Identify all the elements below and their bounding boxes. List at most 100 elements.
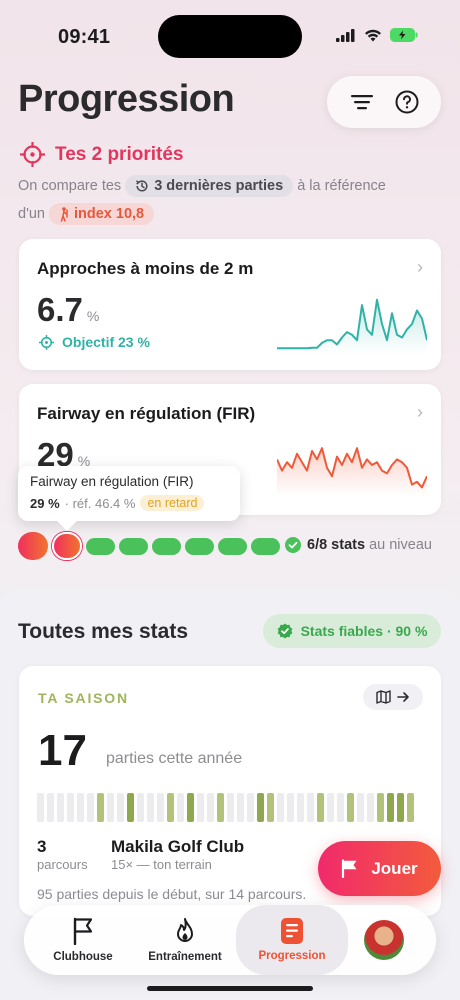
tab-clubhouse[interactable]: Clubhouse	[32, 905, 134, 975]
stat-pill-ok[interactable]	[119, 537, 148, 555]
avatar[interactable]	[364, 920, 404, 960]
target-icon	[39, 334, 54, 350]
courses-label: parcours	[37, 857, 88, 872]
activity-bar	[97, 793, 104, 822]
tab-progression[interactable]: Progression	[236, 905, 348, 975]
activity-bar	[357, 793, 364, 822]
sparkline-area	[277, 299, 427, 354]
priorities-heading: Tes 2 priorités	[20, 142, 183, 167]
activity-bar	[407, 793, 414, 822]
activity-bar	[257, 793, 264, 822]
play-button[interactable]: Jouer	[318, 841, 441, 896]
activity-bar	[157, 793, 164, 822]
activity-bar	[47, 793, 54, 822]
stat-pill-ok[interactable]	[218, 537, 247, 555]
recent-games-chip[interactable]: 3 dernières parties	[125, 175, 294, 198]
flag-icon	[342, 859, 357, 878]
wifi-icon	[365, 29, 381, 41]
activity-bar	[187, 793, 194, 822]
stat-card-approaches[interactable]: Approches à moins de 2 m › 6.7% Objectif…	[19, 239, 441, 370]
activity-bar	[347, 793, 354, 822]
tab-label: Progression	[258, 950, 326, 962]
signal-icon	[336, 28, 355, 42]
status-bar: 09:41	[0, 0, 460, 70]
tab-label: Clubhouse	[53, 951, 113, 963]
play-label: Jouer	[371, 858, 418, 878]
recent-games-label: 3 dernières parties	[154, 178, 284, 195]
stat-pill-ok[interactable]	[251, 537, 280, 555]
stat-unit: %	[86, 308, 100, 324]
chevron-right-icon: ›	[417, 257, 423, 277]
status-time: 09:41	[58, 26, 111, 48]
home-club-sub: 15× — ton terrain	[111, 857, 212, 872]
tooltip-ref: · réf. 46.4 %	[64, 495, 136, 511]
season-footer: 95 parties depuis le début, sur 14 parco…	[37, 886, 307, 902]
home-indicator	[147, 986, 313, 991]
stat-pill-ok[interactable]	[86, 537, 115, 555]
activity-bar	[207, 793, 214, 822]
help-button[interactable]	[391, 86, 423, 118]
stat-pill-ok[interactable]	[152, 537, 181, 555]
stats-count: 6/8 stats	[307, 537, 366, 553]
activity-bar	[127, 793, 134, 822]
card-title: Fairway en régulation (FIR)	[37, 404, 256, 423]
stat-pill-behind[interactable]	[52, 532, 82, 560]
sparkline-approaches	[277, 298, 427, 354]
activity-bar	[337, 793, 344, 822]
activity-bar	[287, 793, 294, 822]
activity-bar	[277, 793, 284, 822]
index-chip[interactable]: index 10,8	[49, 203, 155, 226]
tooltip-title: Fairway en régulation (FIR)	[30, 474, 194, 489]
activity-bar	[147, 793, 154, 822]
activity-bar	[317, 793, 324, 822]
priorities-title: Tes 2 priorités	[55, 143, 184, 165]
stats-count-suffix: au niveau	[369, 537, 432, 553]
card-title: Approches à moins de 2 m	[37, 259, 254, 278]
activity-bar	[197, 793, 204, 822]
season-label: TA SAISON	[38, 690, 129, 706]
courses-count: 3	[37, 837, 47, 856]
question-icon	[395, 90, 418, 114]
activity-bar	[367, 793, 374, 822]
flag-outline-icon	[73, 917, 93, 945]
season-map-button[interactable]	[363, 684, 423, 710]
goal-line: Objectif 23 %	[39, 334, 150, 350]
chevron-right-icon: ›	[417, 402, 423, 422]
activity-bar	[237, 793, 244, 822]
page-title: Progression	[18, 78, 235, 120]
activity-bar	[377, 793, 384, 822]
activity-bar	[87, 793, 94, 822]
late-badge: en retard	[140, 495, 205, 511]
activity-bar	[177, 793, 184, 822]
activity-bar	[297, 793, 304, 822]
status-icons	[336, 28, 418, 42]
activity-bar	[137, 793, 144, 822]
activity-bar	[387, 793, 394, 822]
filter-button[interactable]	[346, 86, 378, 118]
activity-bar	[327, 793, 334, 822]
reliable-label: Stats fiables · 90 %	[300, 623, 428, 639]
season-activity-bars	[37, 793, 414, 822]
desc-middle: à la référence	[297, 178, 386, 194]
activity-bar	[117, 793, 124, 822]
activity-bar	[217, 793, 224, 822]
target-icon	[20, 142, 45, 167]
activity-bar	[67, 793, 74, 822]
comparison-description: On compare tes 3 dernières parties à la …	[18, 172, 438, 228]
stat-pill-ok[interactable]	[185, 537, 214, 555]
desc-prefix: On compare tes	[18, 178, 122, 194]
activity-bar	[167, 793, 174, 822]
index-label: index 10,8	[74, 206, 145, 223]
season-games-count: 17	[38, 726, 87, 775]
stat-value: 6.7%	[37, 291, 99, 329]
stat-tooltip: Fairway en régulation (FIR) 29 % · réf. …	[18, 466, 240, 521]
verified-badge-icon	[277, 623, 292, 639]
history-icon	[136, 180, 148, 192]
tab-training[interactable]: Entraînement	[134, 905, 236, 975]
battery-icon	[390, 28, 418, 42]
stat-pill-behind[interactable]	[18, 532, 48, 560]
check-circle-icon	[285, 537, 301, 553]
activity-bar	[307, 793, 314, 822]
stat-number: 6.7	[37, 291, 83, 328]
reliable-stats-badge[interactable]: Stats fiables · 90 %	[263, 614, 441, 648]
